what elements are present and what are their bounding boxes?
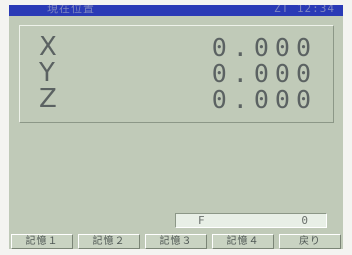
coordinate-panel: X 0.000 Y 0.000 Z 0.000 — [19, 25, 334, 123]
axis-label-y: Y — [39, 58, 55, 88]
header-info: ZT 12:34 — [274, 5, 335, 15]
softkey-memory-2[interactable]: 記憶２ — [78, 234, 140, 249]
coord-row-x: X 0.000 — [20, 32, 333, 62]
axis-value-y: 0.000 — [211, 59, 317, 88]
axis-value-x: 0.000 — [211, 33, 317, 62]
feed-label: F — [198, 214, 205, 227]
softkey-memory-3[interactable]: 記憶３ — [145, 234, 207, 249]
axis-label-z: Z — [39, 84, 57, 114]
title-bar: 現在位置 ZT 12:34 — [9, 5, 343, 16]
feed-rate-display: F 0 — [175, 213, 327, 228]
coord-row-z: Z 0.000 — [20, 84, 333, 114]
axis-label-x: X — [39, 32, 57, 62]
screen-title: 現在位置 — [47, 5, 95, 15]
axis-value-z: 0.000 — [211, 85, 317, 114]
softkey-memory-4[interactable]: 記憶４ — [212, 234, 274, 249]
cnc-screen: 現在位置 ZT 12:34 X 0.000 Y 0.000 Z 0.000 F … — [9, 5, 343, 249]
coord-row-y: Y 0.000 — [20, 58, 333, 88]
softkey-bar: 記憶１ 記憶２ 記憶３ 記憶４ 戻り — [9, 234, 343, 249]
softkey-return[interactable]: 戻り — [279, 234, 341, 249]
feed-value: 0 — [301, 214, 308, 227]
softkey-memory-1[interactable]: 記憶１ — [11, 234, 73, 249]
